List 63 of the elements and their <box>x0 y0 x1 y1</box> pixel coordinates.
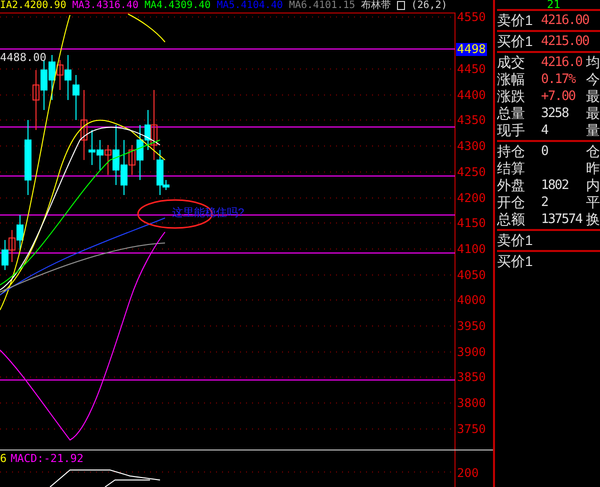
indicator-value: MA6.4101.15 <box>288 0 356 12</box>
quote-label: 涨幅 <box>497 71 526 88</box>
quote-label: 卖价1 <box>497 12 534 29</box>
quote-value: 137574 <box>541 211 584 228</box>
price-axis-label: 3800 <box>457 397 486 409</box>
price-axis-label: 4400 <box>457 89 486 101</box>
price-axis-label: 3900 <box>457 346 486 358</box>
quote-value: 21 <box>547 0 560 11</box>
quote-label: 今 <box>586 71 600 88</box>
quote-value: 3258 <box>541 105 570 122</box>
price-axis-label: 3950 <box>457 320 486 332</box>
price-axis-label: 4450 <box>457 63 486 75</box>
indicator-params: (26,2) <box>411 0 448 12</box>
quote-value: 4 <box>541 122 550 139</box>
price-axis-label: 4550 <box>457 11 486 23</box>
quote-label: 买价1 <box>497 253 534 270</box>
quote-label: 量 <box>586 122 600 139</box>
quote-label: 换 <box>586 211 600 228</box>
quote-label: 现手 <box>497 122 526 139</box>
quote-label: 开仓 <box>497 194 526 211</box>
square-icon[interactable] <box>397 1 406 10</box>
price-axis-label: 4050 <box>457 269 486 281</box>
quote-value: +7.00 <box>541 88 576 105</box>
quote-label: 持仓 <box>497 143 526 160</box>
price-axis-label: 3850 <box>457 371 486 383</box>
price-axis-label: 4350 <box>457 114 486 126</box>
quote-label: 均 <box>586 54 600 71</box>
quote-label: 涨跌 <box>497 88 526 105</box>
current-price-tag: 4498 <box>456 43 487 56</box>
quote-label: 成交 <box>497 54 526 71</box>
quote-value: 2 <box>541 194 549 211</box>
price-axis-label: 4100 <box>457 243 486 255</box>
quote-value: 4216.0 <box>541 54 584 71</box>
price-axis-label: 4150 <box>457 217 486 229</box>
price-axis-label: 4000 <box>457 294 486 306</box>
quote-value: 0.17% <box>541 71 577 88</box>
quote-label: 总额 <box>497 211 526 228</box>
quote-label: 内 <box>586 177 600 194</box>
indicator-name: 布林带 <box>361 0 392 12</box>
quote-value: 1802 <box>541 177 570 194</box>
indicator-value: MA5.4104.40 <box>216 0 283 12</box>
quote-label: 仓 <box>586 143 600 160</box>
quote-value: 0 <box>541 143 549 160</box>
price-axis-label: 4250 <box>457 166 486 178</box>
price-axis-label: 4300 <box>457 140 486 152</box>
quote-label: 卖价1 <box>497 232 534 249</box>
quote-label: 最 <box>586 105 600 122</box>
quote-label: 买价1 <box>497 33 534 50</box>
indicator-value: MA3.4316.40 <box>72 0 138 12</box>
indicator-value: MA4.4309.40 <box>144 0 211 12</box>
price-axis-label: 3750 <box>457 423 486 435</box>
quote-label: 平 <box>586 194 600 211</box>
indicator-value: 6 <box>0 452 7 465</box>
quote-label: 结算 <box>497 160 526 177</box>
macd-axis-label: 200 <box>457 467 479 479</box>
quote-label: 昨 <box>586 160 600 177</box>
quote-label: 总量 <box>497 105 526 122</box>
quote-label: 外盘 <box>497 177 526 194</box>
price-axis-label: 4200 <box>457 192 486 204</box>
indicator-value: IA2.4200.90 <box>0 0 66 12</box>
macd-value: MACD:-21.92 <box>10 452 84 465</box>
quote-label: 最 <box>586 88 600 105</box>
price-label: 4488.00 <box>0 52 46 64</box>
